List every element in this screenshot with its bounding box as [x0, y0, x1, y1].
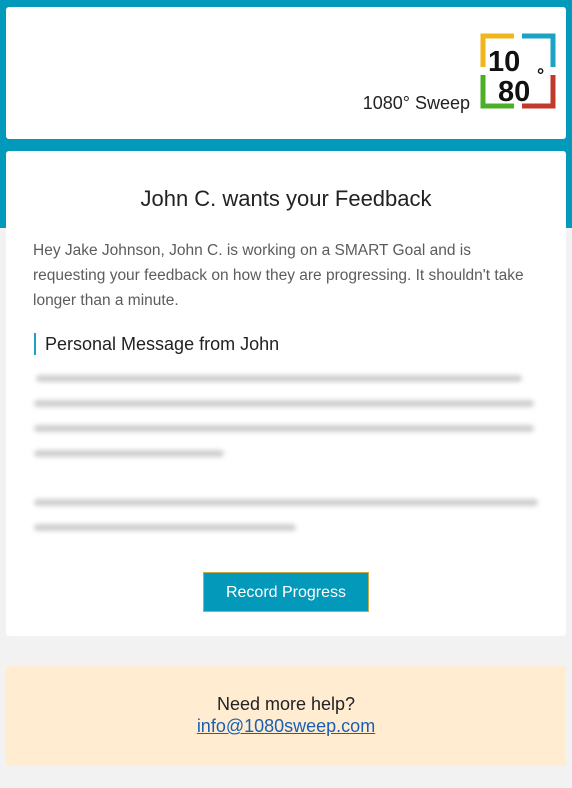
- help-title: Need more help?: [216, 694, 356, 714]
- feedback-card: John C. wants your Feedback Hey Jake Joh…: [6, 151, 566, 636]
- blurred-text-line: [34, 400, 534, 407]
- intro-text: Hey Jake Johnson, John C. is working on …: [33, 242, 524, 309]
- help-email-link[interactable]: info@1080sweep.com: [6, 716, 566, 737]
- logo-top-text: 10: [488, 46, 520, 78]
- logo-degree-symbol: °: [537, 65, 544, 85]
- personal-message-heading: Personal Message from John: [34, 333, 279, 355]
- help-card: Need more help? info@1080sweep.com: [6, 666, 566, 766]
- logo-corner-top-right: [522, 33, 556, 67]
- blurred-text-line: [36, 375, 522, 382]
- logo-bottom-text: 80: [498, 76, 530, 108]
- header-card: 1080° Sweep 10 80 °: [6, 7, 566, 139]
- brand-name: 1080° Sweep: [362, 93, 470, 113]
- blurred-text-line: [34, 425, 534, 432]
- blurred-text-line: [34, 524, 296, 531]
- card-title: John C. wants your Feedback: [140, 186, 432, 211]
- blurred-text-line: [34, 450, 224, 457]
- blurred-text-line: [34, 499, 538, 506]
- brand-logo: 10 80 °: [480, 33, 556, 109]
- record-progress-button[interactable]: Record Progress: [203, 572, 369, 612]
